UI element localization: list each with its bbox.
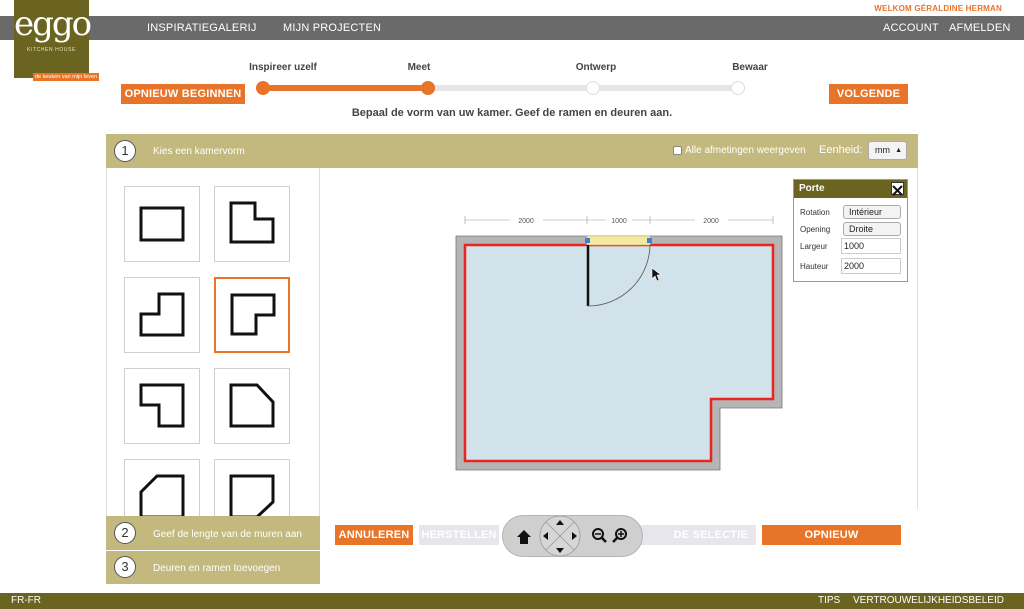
footer-bar: FR-FR TIPS VERTROUWELIJKHEIDSBELEID xyxy=(0,593,1024,609)
door-properties-panel: Porte Rotation Intérieur Opening Droite … xyxy=(793,179,908,282)
step-label-inspire: Inspireer uzelf xyxy=(249,62,317,73)
door-handle-right[interactable] xyxy=(647,238,652,243)
shape-option-cut-corner-b[interactable] xyxy=(124,459,200,516)
nav-account[interactable]: ACCOUNT xyxy=(883,16,939,40)
room-shape-grid xyxy=(106,168,320,516)
step2-3-panel: 2 Geef de lengte van de muren aan 3 Deur… xyxy=(106,516,320,584)
shape-option-l-shape-c[interactable] xyxy=(214,277,290,353)
close-icon[interactable] xyxy=(891,182,904,196)
top-navbar: INSPIRATIEGALERIJ MIJN PROJECTEN ACCOUNT… xyxy=(0,16,1024,40)
width-label: Largeur xyxy=(800,242,828,251)
shape-option-l-shape-d[interactable] xyxy=(124,368,200,444)
rectangle-shape-icon xyxy=(139,206,185,242)
rotation-value: Intérieur xyxy=(849,207,883,217)
welcome-text: WELKOM GÉRALDINE HERMAN xyxy=(874,4,1002,13)
unit-label: Eenheid: xyxy=(819,144,863,156)
rotation-select[interactable]: Intérieur xyxy=(843,205,901,219)
clear-selection-button[interactable]: DE SELECTIE WISSEN xyxy=(636,525,756,561)
step-label-measure: Meet xyxy=(407,62,431,73)
home-icon[interactable] xyxy=(517,530,531,544)
cancel-button[interactable]: ANNULEREN xyxy=(335,525,413,545)
step3-number: 3 xyxy=(114,556,136,578)
reset-button[interactable]: OPNIEUW INITIALISEREN xyxy=(762,525,901,561)
opening-label: Opening xyxy=(800,225,831,234)
unit-select[interactable]: mm ▲︎ xyxy=(868,141,907,160)
rotation-label: Rotation xyxy=(800,208,830,217)
shape-option-l-shape-b[interactable] xyxy=(124,277,200,353)
step-divider xyxy=(106,550,320,551)
step3-title[interactable]: Deuren en ramen toevoegen xyxy=(153,563,280,574)
step2-number: 2 xyxy=(114,522,136,544)
shape-option-cut-corner-c[interactable] xyxy=(214,459,290,516)
progress-fill xyxy=(262,85,428,91)
l-shape-icon xyxy=(230,293,276,336)
zoom-in-icon[interactable] xyxy=(612,528,627,543)
view-navigation-controls xyxy=(502,515,643,557)
progress-dot-inspire[interactable] xyxy=(256,81,270,95)
restore-button[interactable]: HERSTELLEN xyxy=(419,525,499,545)
show-dimensions-checkbox[interactable] xyxy=(673,146,682,155)
step1-header: 1 Kies een kamervorm Alle afmetingen wee… xyxy=(106,134,918,168)
room-floor[interactable] xyxy=(463,243,775,463)
door-handle-left[interactable] xyxy=(585,238,590,243)
l-shape-icon xyxy=(229,201,275,244)
dimension-label-door[interactable]: 1000 xyxy=(611,218,627,225)
unit-select-value: mm xyxy=(875,145,890,155)
step-label-design: Ontwerp xyxy=(575,62,617,73)
pan-control[interactable] xyxy=(539,515,581,557)
shape-option-cut-corner-a[interactable] xyxy=(214,368,290,444)
width-input[interactable]: 1000 xyxy=(841,238,901,254)
door-opening[interactable] xyxy=(586,235,651,246)
progress-dot-measure[interactable] xyxy=(421,81,435,95)
eggo-logo[interactable]: eggo KITCHEN HOUSE xyxy=(14,0,92,78)
cut-corner-shape-icon xyxy=(229,383,275,428)
l-shape-icon xyxy=(139,383,185,428)
logo-subtitle: KITCHEN HOUSE xyxy=(27,47,76,53)
logo-tagline: de keuken van mijn leven xyxy=(33,73,99,81)
next-button[interactable]: VOLGENDE xyxy=(829,84,908,104)
dimension-label-right[interactable]: 2000 xyxy=(703,218,719,225)
locale-link[interactable]: FR-FR xyxy=(11,593,41,609)
nav-my-projects[interactable]: MIJN PROJECTEN xyxy=(283,16,381,40)
show-dimensions-label[interactable]: Alle afmetingen weergeven xyxy=(685,145,806,156)
cut-corner-shape-icon xyxy=(229,474,275,516)
nav-inspiration-gallery[interactable]: INSPIRATIEGALERIJ xyxy=(147,16,257,40)
step-label-save: Bewaar xyxy=(732,62,768,73)
shape-option-l-shape-a[interactable] xyxy=(214,186,290,262)
tips-link[interactable]: TIPS xyxy=(818,593,840,609)
dimension-label-left[interactable]: 2000 xyxy=(518,218,534,225)
instruction-text: Bepaal de vorm van uw kamer. Geef de ram… xyxy=(351,107,673,119)
privacy-link[interactable]: VERTROUWELIJKHEIDSBELEID xyxy=(853,593,1004,609)
cut-corner-shape-icon xyxy=(139,474,185,516)
l-shape-icon xyxy=(139,292,185,337)
height-label: Hauteur xyxy=(800,262,829,271)
restart-button[interactable]: OPNIEUW BEGINNEN xyxy=(121,84,245,104)
shape-option-rectangle[interactable] xyxy=(124,186,200,262)
progress-dot-design[interactable] xyxy=(586,81,600,95)
progress-dot-save[interactable] xyxy=(731,81,745,95)
logo-brand: eggo xyxy=(14,4,92,44)
step1-title[interactable]: Kies een kamervorm xyxy=(153,146,245,157)
step2-title[interactable]: Geef de lengte van de muren aan xyxy=(153,529,302,540)
zoom-out-icon[interactable] xyxy=(592,528,607,543)
opening-value: Droite xyxy=(849,224,874,234)
nav-logout[interactable]: AFMELDEN xyxy=(949,16,1011,40)
select-arrows-icon: ▲︎ xyxy=(895,147,902,154)
opening-select[interactable]: Droite xyxy=(843,222,901,236)
step1-number: 1 xyxy=(114,140,136,162)
height-input[interactable]: 2000 xyxy=(841,258,901,274)
